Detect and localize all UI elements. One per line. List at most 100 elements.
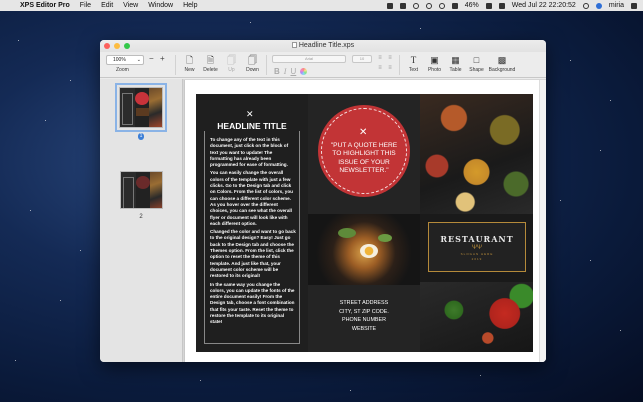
move-down-button[interactable]: 🗍 Down xyxy=(243,55,262,77)
align-row-top: ≡ ≡ xyxy=(376,55,394,62)
menu-window[interactable]: Window xyxy=(148,2,173,9)
insert-table-button[interactable]: ▦ Table xyxy=(446,55,465,77)
toolbar: 100% ⌄ − + Zoom 🗋 New 🗎 Delete 🗍 Up 🗍 Do… xyxy=(100,52,546,78)
food-photo[interactable] xyxy=(308,214,420,285)
align-left-icon[interactable]: ≡ xyxy=(376,55,384,62)
spices-photo[interactable] xyxy=(420,94,533,214)
align-justify-icon[interactable]: ≡ xyxy=(386,65,394,72)
underline-button[interactable]: U xyxy=(290,67,296,76)
up-label: Up xyxy=(228,67,235,73)
quote-circle[interactable]: ✕ "PUT A QUOTE HERE TO HIGHLIGHT THIS IS… xyxy=(318,105,410,197)
content-area: 1 2 ✕ HEADLINE TITLE To change any of th… xyxy=(100,79,546,362)
thumb-frame xyxy=(122,93,133,125)
address-line: PHONE NUMBER xyxy=(341,317,387,323)
utensils-icon: ✕ xyxy=(359,127,368,138)
zoom-out-button[interactable]: − xyxy=(149,54,154,63)
page-thumbnails-sidebar: 1 2 xyxy=(100,79,183,362)
bluetooth-icon[interactable] xyxy=(425,2,432,9)
clock[interactable]: Wed Jul 22 22:20:52 xyxy=(512,2,576,9)
page-thumbnail[interactable] xyxy=(120,171,163,209)
document-canvas[interactable]: ✕ HEADLINE TITLE To change any of the te… xyxy=(183,79,546,362)
background-button[interactable]: ▩ Background xyxy=(488,55,516,77)
toolbar-separator xyxy=(175,55,176,75)
notification-center-icon[interactable] xyxy=(631,2,637,9)
chevron-down-icon: ⌄ xyxy=(136,57,141,63)
time-machine-icon[interactable] xyxy=(412,2,419,9)
delete-page-icon: 🗎 xyxy=(206,55,215,65)
body-paragraph: You can easily change the overall colors… xyxy=(210,170,293,226)
user-name[interactable]: miria xyxy=(609,2,624,9)
bold-button[interactable]: B xyxy=(274,67,280,76)
vertical-scrollbar[interactable] xyxy=(539,80,546,362)
menu-edit[interactable]: Edit xyxy=(101,2,113,9)
zoom-in-button[interactable]: + xyxy=(160,54,165,63)
utensils-icon: ✕ xyxy=(246,109,254,119)
user-avatar[interactable] xyxy=(595,2,602,9)
logo-tagline: SLOGAN HERE xyxy=(460,251,494,256)
thumb-spices xyxy=(150,172,162,208)
move-up-button[interactable]: 🗍 Up xyxy=(222,55,241,77)
logo-name: RESTAURANT xyxy=(440,233,514,244)
menu-view[interactable]: View xyxy=(123,2,138,9)
volume-icon[interactable] xyxy=(438,2,445,9)
window-title: Headline Title.xps xyxy=(100,42,546,49)
status-area: 46% Wed Jul 22 22:20:52 miria xyxy=(386,2,637,9)
title-bar[interactable]: Headline Title.xps xyxy=(100,40,546,52)
window-title-text: Headline Title.xps xyxy=(298,42,355,49)
menubar-extra-icon[interactable] xyxy=(386,2,393,9)
address-line: CITY, ST ZIP CODE. xyxy=(339,308,389,315)
text-style-row: B I U xyxy=(274,67,308,76)
new-page-icon: 🗋 xyxy=(185,55,194,65)
delete-page-button[interactable]: 🗎 Delete xyxy=(201,55,220,77)
new-page-button[interactable]: 🗋 New xyxy=(180,55,199,77)
text-icon: T xyxy=(410,55,417,65)
insert-photo-button[interactable]: ▣ Photo xyxy=(425,55,444,77)
wifi-icon[interactable] xyxy=(451,2,458,9)
battery-percent[interactable]: 46% xyxy=(465,2,479,9)
menu-app-name[interactable]: XPS Editor Pro xyxy=(20,2,70,9)
align-right-icon[interactable]: ≡ xyxy=(376,65,384,72)
spotlight-icon[interactable] xyxy=(582,2,589,9)
thumb-quote-circle xyxy=(136,176,150,189)
color-picker-icon[interactable] xyxy=(300,68,308,75)
insert-text-button[interactable]: T Text xyxy=(404,55,423,77)
address-line: STREET ADDRESS xyxy=(339,300,389,306)
body-text[interactable]: To change any of the text in this docume… xyxy=(210,137,296,328)
zoom-select[interactable]: 100% ⌄ xyxy=(106,55,144,65)
align-center-icon[interactable]: ≡ xyxy=(386,55,394,62)
thumb-frame xyxy=(123,177,134,208)
restaurant-logo[interactable]: RESTAURANT ΨΨ SLOGAN HERE 2019 xyxy=(428,222,526,272)
logo-year: 2019 xyxy=(471,256,483,261)
page-area: ✕ HEADLINE TITLE To change any of the te… xyxy=(184,80,546,362)
thumb-spices xyxy=(149,88,162,127)
headline-title[interactable]: HEADLINE TITLE xyxy=(196,121,308,131)
font-size-select[interactable]: 10 xyxy=(352,55,372,63)
photo-icon: ▣ xyxy=(430,55,439,65)
insert-shape-button[interactable]: □ Shape xyxy=(467,55,486,77)
font-family-select[interactable]: Arial xyxy=(272,55,346,63)
bolt-icon[interactable] xyxy=(399,2,406,9)
document-icon xyxy=(291,42,297,48)
brochure-middle-panel: ✕ "PUT A QUOTE HERE TO HIGHLIGHT THIS IS… xyxy=(308,94,420,352)
body-paragraph: Changed the color and want to go back to… xyxy=(210,229,296,279)
brochure-right-panel: RESTAURANT ΨΨ SLOGAN HERE 2019 xyxy=(420,94,533,352)
shape-icon: □ xyxy=(473,55,480,65)
page-thumbnail[interactable] xyxy=(115,83,167,132)
flag-icon[interactable] xyxy=(498,2,505,9)
apple-menu-icon[interactable] xyxy=(6,2,12,9)
toolbar-separator xyxy=(399,55,400,75)
battery-icon[interactable] xyxy=(485,2,492,9)
delete-label: Delete xyxy=(203,67,218,73)
brochure-page[interactable]: ✕ HEADLINE TITLE To change any of the te… xyxy=(196,94,533,352)
align-row-bottom: ≡ ≡ xyxy=(376,65,394,72)
editor-window: Headline Title.xps 100% ⌄ − + Zoom 🗋 New… xyxy=(100,40,546,362)
menu-bar: XPS Editor Pro File Edit View Window Hel… xyxy=(0,0,643,11)
down-label: Down xyxy=(246,67,259,73)
thumb-quote-circle xyxy=(135,92,149,105)
menu-help[interactable]: Help xyxy=(183,2,197,9)
menu-file[interactable]: File xyxy=(80,2,91,9)
herbs-photo[interactable] xyxy=(420,282,533,352)
italic-button[interactable]: I xyxy=(284,67,287,76)
address-block[interactable]: STREET ADDRESS CITY, ST ZIP CODE. PHONE … xyxy=(308,299,420,333)
quote-text: "PUT A QUOTE HERE TO HIGHLIGHT THIS ISSU… xyxy=(330,142,398,175)
